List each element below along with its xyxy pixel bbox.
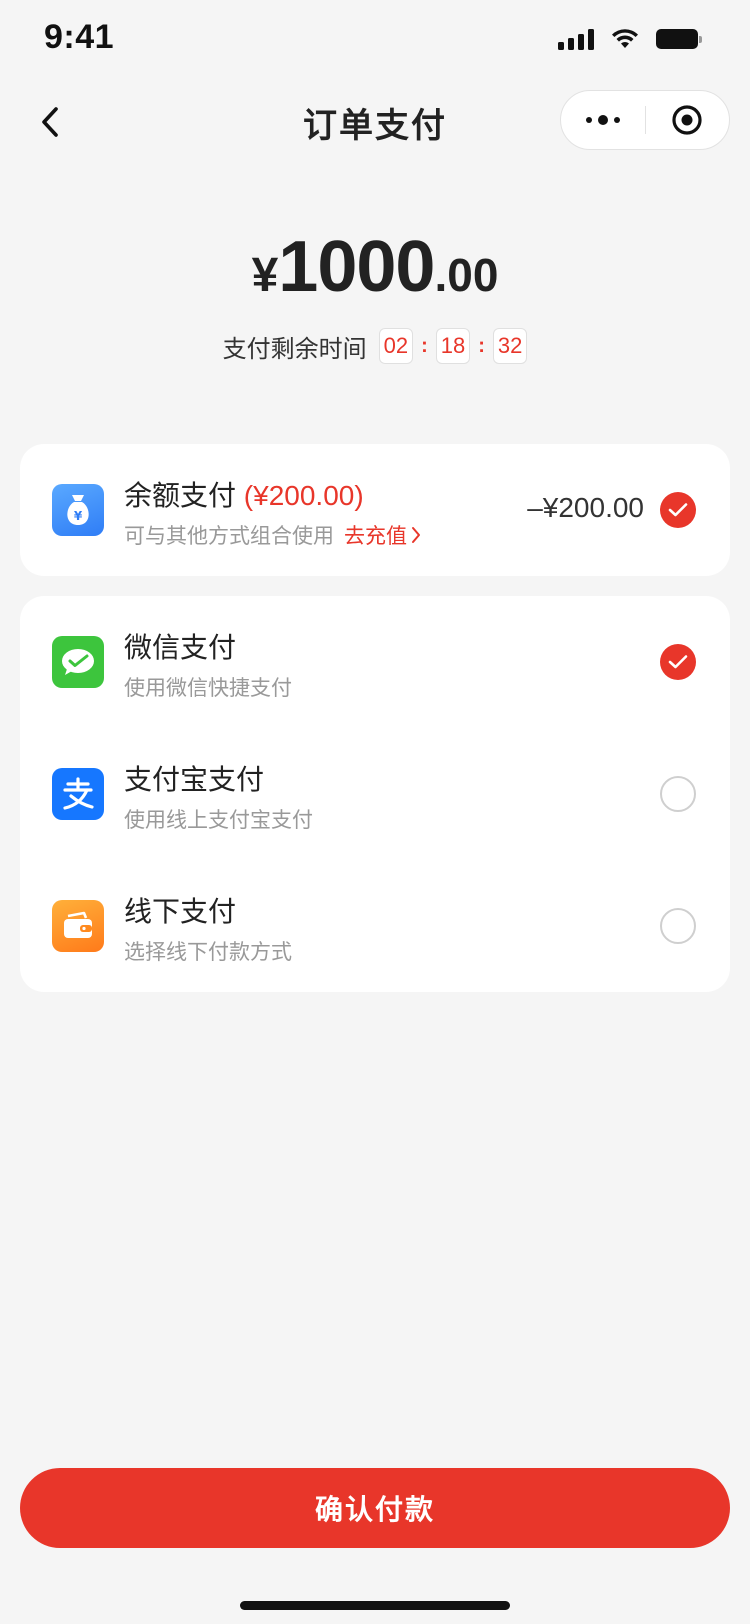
timer-separator: : [478,334,485,357]
target-circle-icon [672,105,702,135]
balance-subtitle: 可与其他方式组合使用 去充值 [124,520,421,550]
status-time: 9:41 [44,18,115,56]
svg-text:¥: ¥ [74,509,83,523]
payment-methods-card: 微信支付 使用微信快捷支付 支付宝支付 使用线上支付宝支付 线下支付 选择线下付… [20,596,730,992]
balance-available: (¥200.00) [243,480,364,511]
status-icons [558,28,702,50]
more-dots-icon [585,115,620,125]
checkmark-icon [668,503,688,517]
payment-option-title: 支付宝支付 [124,764,265,795]
wechat-pay-icon [52,636,104,688]
navigation-bar: 订单支付 [0,88,750,156]
payment-option-subtitle: 选择线下付款方式 [124,941,292,964]
chevron-right-icon [412,527,420,543]
battery-icon [656,29,702,49]
wifi-icon [612,29,638,48]
payment-option-offline[interactable]: 线下支付 选择线下付款方式 [20,860,730,992]
amount-integer: 1000 [278,227,435,307]
amount-currency: ¥ [251,249,279,302]
balance-check-radio[interactable] [660,492,696,528]
timer-separator: : [421,334,428,357]
payment-option-subtitle: 使用微信快捷支付 [124,677,292,700]
alipay-radio[interactable] [660,776,696,812]
amount-decimal: .00 [434,249,499,301]
checkmark-icon [668,655,688,669]
payment-option-wechat[interactable]: 微信支付 使用微信快捷支付 [20,596,730,728]
confirm-payment-button[interactable]: 确认付款 [20,1468,730,1548]
recharge-link[interactable]: 去充值 [344,520,421,550]
cellular-signal-icon [558,28,594,50]
more-button[interactable] [561,90,645,150]
balance-payment-option[interactable]: ¥ 余额支付 (¥200.00) 可与其他方式组合使用 去充值 –¥200.00 [20,444,730,576]
mini-program-capsule [560,90,730,150]
balance-subtitle-text: 可与其他方式组合使用 [124,525,334,548]
status-bar: 9:41 [0,0,750,80]
payment-option-title: 线下支付 [124,896,237,927]
balance-title-text: 余额支付 [124,480,237,511]
wallet-icon [52,900,104,952]
close-mini-program-button[interactable] [646,90,730,150]
offline-radio[interactable] [660,908,696,944]
payment-option-subtitle: 使用线上支付宝支付 [124,809,313,832]
timer-seconds: 32 [492,328,528,364]
wechat-check-radio[interactable] [660,644,696,680]
balance-deduction: –¥200.00 [527,492,644,523]
payment-option-title: 微信支付 [124,632,237,663]
timer-hours: 02 [378,328,414,364]
countdown-timer: 支付剩余时间 02 : 18 : 32 [0,328,750,364]
recharge-link-label: 去充值 [344,525,407,548]
payment-amount: ¥1000.00 [0,226,750,308]
timer-minutes: 18 [435,328,471,364]
home-indicator [240,1601,510,1610]
balance-card: ¥ 余额支付 (¥200.00) 可与其他方式组合使用 去充值 –¥200.00 [20,444,730,576]
balance-title: 余额支付 (¥200.00) [124,474,364,514]
payment-option-alipay[interactable]: 支付宝支付 使用线上支付宝支付 [20,728,730,860]
alipay-icon [52,768,104,820]
timer-label: 支付剩余时间 [222,335,367,363]
money-bag-icon: ¥ [52,484,104,536]
